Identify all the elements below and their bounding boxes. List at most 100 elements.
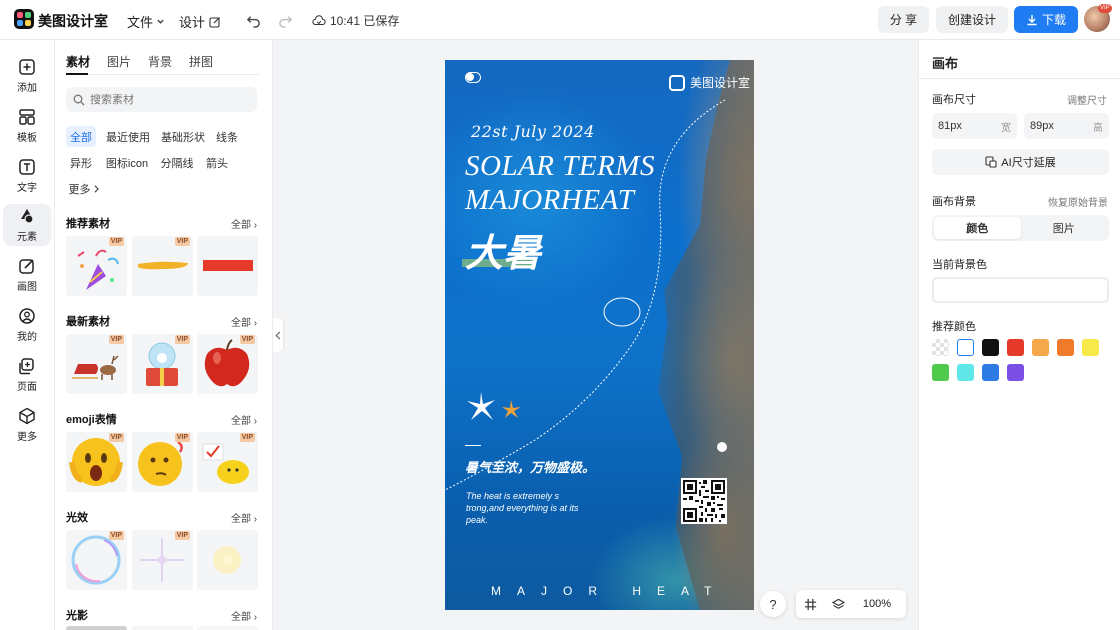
asset-tile-brush-stroke[interactable]: VIP — [132, 236, 193, 296]
panel-heading: 画布 — [932, 56, 959, 71]
see-all-link[interactable]: 全部 › — [231, 412, 257, 427]
undo-icon[interactable] — [244, 11, 262, 29]
grid-icon[interactable] — [796, 590, 824, 618]
section-title-recommended: 推荐素材 — [66, 218, 110, 230]
see-all-link[interactable]: 全部 › — [231, 216, 257, 231]
color-swatch[interactable] — [957, 364, 974, 381]
poster-brand: 美图设计室 — [669, 74, 750, 91]
rail-item-page[interactable]: 页面 — [3, 354, 51, 396]
chevron-right-icon — [94, 184, 99, 193]
ai-resize-icon — [985, 156, 997, 168]
width-field[interactable]: 81px 宽 — [932, 113, 1017, 139]
chip-basic-shapes[interactable]: 基础形状 — [159, 126, 207, 147]
tabs-divider — [66, 74, 259, 75]
asset-tile-reindeer-sleigh[interactable]: VIP — [66, 334, 127, 394]
rail-item-more[interactable]: 更多 — [3, 404, 51, 446]
asset-tile-sparkle[interactable]: VIP — [132, 530, 193, 590]
vip-badge: VIP — [108, 531, 124, 540]
asset-tile-glow[interactable] — [197, 530, 258, 590]
seg-image[interactable]: 图片 — [1021, 217, 1108, 239]
rail-label: 元素 — [17, 232, 37, 243]
asset-tile-emoji-shocked[interactable]: VIP — [66, 432, 127, 492]
save-status-text: 10:41 已保存 — [330, 14, 400, 28]
color-swatch[interactable] — [1032, 339, 1049, 356]
adjust-size-link[interactable]: 调整尺寸 — [1067, 92, 1107, 107]
seg-color[interactable]: 颜色 — [934, 217, 1021, 239]
file-menu-label: 文件 — [127, 15, 154, 30]
design-canvas[interactable]: 美图设计室 22st July 2024 SOLAR TERMS MAJORHE… — [445, 60, 754, 610]
app-logo-icon[interactable] — [14, 9, 34, 29]
asset-tile-snow-globe-gift[interactable]: VIP — [132, 334, 193, 394]
restore-bg-link[interactable]: 恢复原始背景 — [1048, 194, 1108, 209]
vip-badge: VIP — [108, 237, 124, 246]
color-swatch[interactable] — [1057, 339, 1074, 356]
rail-item-draw[interactable]: 画图 — [3, 254, 51, 296]
asset-tile-bubble[interactable]: VIP — [66, 530, 127, 590]
asset-tile-emoji-thinking[interactable]: VIP — [132, 432, 193, 492]
search-input[interactable] — [90, 93, 240, 106]
tab-materials[interactable]: 素材 — [66, 53, 90, 70]
see-all-label: 全部 — [231, 220, 251, 231]
height-unit: 高 — [1093, 122, 1103, 134]
asset-tabs: 素材 图片 背景 拼图 — [66, 53, 213, 70]
asset-tile-emoji-chick[interactable]: VIP — [197, 432, 258, 492]
rail-item-mine[interactable]: 我的 — [3, 304, 51, 346]
rail-item-text[interactable]: 文字 — [3, 155, 51, 197]
color-swatch[interactable] — [932, 364, 949, 381]
search-box[interactable] — [66, 87, 257, 112]
download-button[interactable]: 下载 — [1014, 6, 1078, 33]
chip-recent[interactable]: 最近使用 — [104, 126, 152, 147]
create-design-button[interactable]: 创建设计 — [936, 6, 1008, 33]
ai-resize-button[interactable]: AI尺寸延展 — [932, 149, 1109, 175]
zoom-level[interactable]: 100% — [852, 590, 902, 618]
chip-more[interactable]: 更多 — [66, 178, 102, 199]
chip-irregular[interactable]: 异形 — [66, 152, 96, 173]
draw-icon — [19, 259, 34, 274]
see-all-label: 全部 — [231, 318, 251, 329]
color-swatch[interactable] — [982, 339, 999, 356]
tab-images[interactable]: 图片 — [107, 53, 131, 70]
asset-tile-red-bar[interactable] — [197, 236, 258, 296]
rail-item-elements[interactable]: 元素 — [3, 204, 51, 246]
color-swatch[interactable] — [957, 339, 974, 356]
file-menu[interactable]: 文件 — [127, 12, 165, 31]
chevron-left-icon — [275, 330, 281, 340]
chip-all[interactable]: 全部 — [66, 126, 96, 147]
save-status: 10:41 已保存 — [312, 12, 399, 29]
tab-backgrounds[interactable]: 背景 — [148, 53, 172, 70]
asset-tile-light-shadow[interactable] — [132, 626, 193, 630]
see-all-link[interactable]: 全部 › — [231, 608, 257, 623]
asset-tile-light-shadow[interactable] — [66, 626, 127, 630]
active-tab-indicator — [66, 73, 88, 75]
see-all-link[interactable]: 全部 › — [231, 510, 257, 525]
see-all-link[interactable]: 全部 › — [231, 314, 257, 329]
current-bg-color-field[interactable] — [932, 277, 1109, 303]
color-swatch[interactable] — [932, 339, 949, 356]
share-button[interactable]: 分 享 — [878, 6, 929, 33]
redo-icon[interactable] — [276, 11, 294, 29]
tab-collage[interactable]: 拼图 — [189, 53, 213, 70]
height-field[interactable]: 89px 高 — [1024, 113, 1109, 139]
section-title-latest: 最新素材 — [66, 316, 110, 328]
vip-badge: VIP — [239, 335, 255, 344]
section-title-emoji: emoji表情 — [66, 414, 117, 426]
asset-tile-apple[interactable]: VIP — [197, 334, 258, 394]
rail-item-add[interactable]: 添加 — [3, 55, 51, 97]
chip-lines[interactable]: 线条 — [214, 126, 240, 147]
collapse-panel-button[interactable] — [273, 318, 283, 352]
chip-icons[interactable]: 图标icon — [104, 152, 150, 173]
color-swatch[interactable] — [982, 364, 999, 381]
layers-icon[interactable] — [824, 590, 852, 618]
asset-tile-confetti[interactable]: VIP — [66, 236, 127, 296]
color-swatch[interactable] — [1082, 339, 1099, 356]
width-unit: 宽 — [1001, 122, 1011, 134]
qr-code — [681, 478, 727, 524]
color-swatch[interactable] — [1007, 339, 1024, 356]
help-button[interactable]: ? — [760, 591, 786, 617]
color-swatch[interactable] — [1007, 364, 1024, 381]
asset-tile-light-shadow[interactable] — [197, 626, 258, 630]
chip-arrows[interactable]: 箭头 — [203, 152, 231, 173]
chip-dividers[interactable]: 分隔线 — [158, 152, 196, 173]
design-menu[interactable]: 设计 — [179, 12, 221, 31]
rail-item-template[interactable]: 模板 — [3, 105, 51, 147]
